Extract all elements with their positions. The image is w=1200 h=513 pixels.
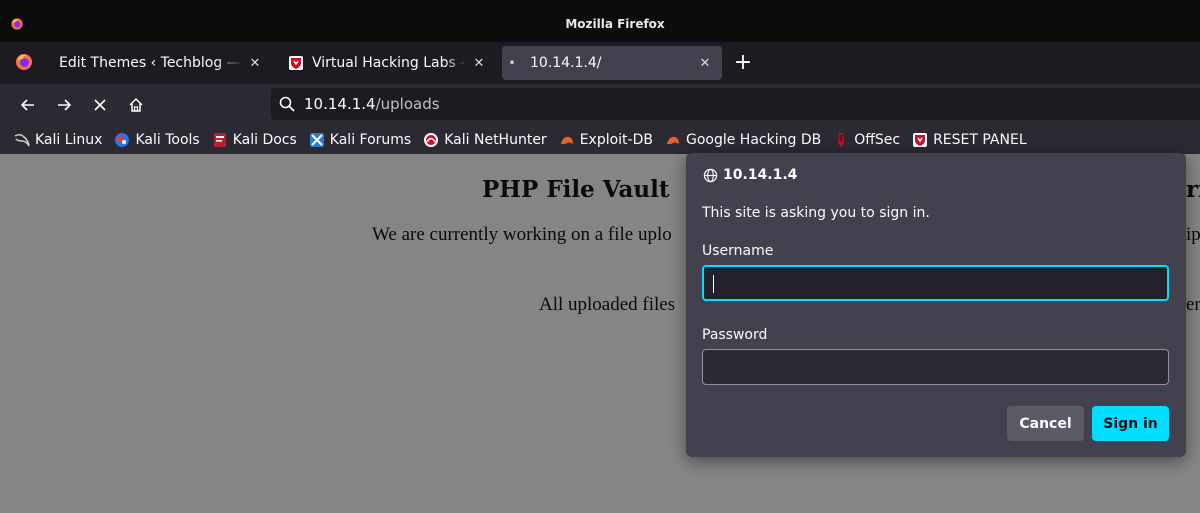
tab-close-icon[interactable]: ✕ [244,56,266,71]
bookmark-google-hacking-db[interactable]: Google Hacking DB [665,132,821,148]
bookmark-label: Kali Linux [35,132,103,148]
page-heading: PHP File Vault [482,176,670,203]
back-button[interactable] [17,94,39,116]
password-input[interactable] [702,349,1169,385]
forward-arrow-icon [58,99,72,111]
dialog-origin-text: 10.14.1.4 [723,167,798,183]
page-paragraph-uploads-clipped: erp [1186,294,1200,315]
nethunter-icon [424,133,439,147]
bookmark-label: Kali NetHunter [444,132,547,148]
tab-close-icon[interactable]: ✕ [468,56,490,71]
globe-icon [703,168,718,182]
page-paragraph-uploads: All uploaded files [539,294,676,315]
tab-label: 10.14.1.4/ [530,55,602,71]
kali-dragon-icon [14,133,30,147]
bookmark-label: Kali Docs [232,132,297,148]
sign-in-button[interactable]: Sign in [1092,406,1169,441]
password-label: Password [702,327,768,343]
username-label: Username [702,243,774,259]
bookmark-reset-panel[interactable]: RESET PANEL [912,132,1027,148]
text-caret [713,275,714,293]
tab-close-icon[interactable]: ✕ [694,56,716,71]
firefox-view-icon[interactable] [14,52,34,72]
bookmark-exploit-db[interactable]: Exploit-DB [559,132,653,148]
bookmark-label: Kali Tools [135,132,200,148]
stop-icon [94,99,106,111]
bookmark-label: OffSec [854,132,901,148]
dialog-message: This site is asking you to sign in. [702,205,930,221]
ghdb-icon [666,136,679,144]
bookmark-kali-forums[interactable]: Kali Forums [309,132,411,148]
stop-button[interactable] [89,94,111,116]
page-paragraph-clipped: ip [1186,224,1200,245]
bookmark-label: Kali Forums [329,132,412,148]
bookmark-kali-linux[interactable]: Kali Linux [14,132,102,148]
vhl-shield-icon [289,56,303,70]
new-tab-button[interactable]: + [730,50,756,76]
url-path: /uploads [375,95,440,113]
window-titlebar: Mozilla Firefox [0,0,1200,42]
bookmark-kali-docs[interactable]: Kali Docs [212,132,297,148]
tab-edit-themes[interactable]: Edit Themes ‹ Techblog — WordPress ✕ [50,46,272,80]
page-paragraph: We are currently working on a file uplo [372,224,672,245]
tab-label: Edit Themes ‹ Techblog — WordPress [59,55,244,71]
tab-virtual-hacking-labs[interactable]: Virtual Hacking Labs - Reset Panel ✕ [278,46,496,80]
kali-docs-icon [213,133,226,147]
forward-button[interactable] [53,94,75,116]
kali-tools-icon [115,133,130,147]
cancel-button[interactable]: Cancel [1007,406,1084,441]
username-input[interactable] [702,265,1169,301]
bookmark-kali-nethunter[interactable]: Kali NetHunter [423,132,547,148]
bookmark-offsec[interactable]: OffSec [833,132,900,148]
dialog-origin: 10.14.1.4 [703,167,797,183]
url-text[interactable]: 10.14.1.4/uploads [304,95,440,113]
page-heading-clipped: ri [1186,176,1200,203]
loading-dot-icon: • [508,56,516,70]
search-icon [279,96,295,112]
url-host: 10.14.1.4 [304,95,376,113]
tab-strip: Edit Themes ‹ Techblog — WordPress ✕ Vir… [0,42,1200,84]
exploit-db-icon [560,136,573,144]
url-bar[interactable]: 10.14.1.4/uploads [271,88,1200,120]
window-title: Mozilla Firefox [565,17,665,31]
reset-panel-icon [913,133,928,147]
bookmark-label: Exploit-DB [579,132,653,148]
home-button[interactable] [125,94,147,116]
kali-forums-icon [309,133,324,147]
home-icon [129,97,143,112]
http-auth-dialog: 10.14.1.4 This site is asking you to sig… [686,153,1186,457]
tab-label: Virtual Hacking Labs - Reset Panel [312,55,468,71]
tab-10-14-1-4[interactable]: • 10.14.1.4/ ✕ [502,46,722,80]
bookmarks-toolbar: Kali Linux Kali Tools Kali Docs Kali For… [0,126,1200,154]
back-arrow-icon [20,99,34,111]
bookmark-label: Google Hacking DB [685,132,822,148]
bookmark-kali-tools[interactable]: Kali Tools [114,132,200,148]
offsec-icon [838,133,845,147]
bookmark-label: RESET PANEL [933,132,1027,148]
